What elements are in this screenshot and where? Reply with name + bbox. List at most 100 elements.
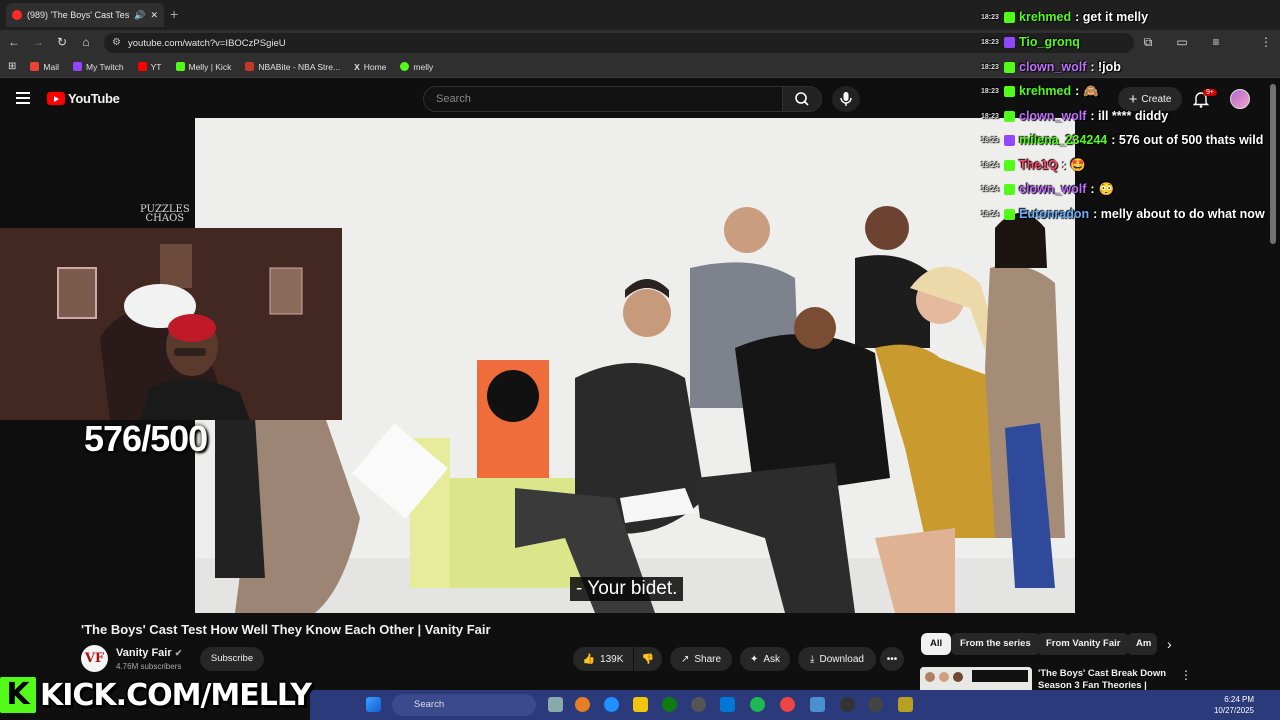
mic-icon <box>840 92 852 106</box>
streamer-webcam <box>0 228 342 420</box>
emote-icon: 🙈 <box>1083 83 1099 98</box>
kick-url-text: KICK.COM/MELLY <box>40 677 312 713</box>
video-subtitle: - Your bidet. <box>570 577 684 601</box>
webcam-feed <box>0 228 342 420</box>
tab-close-icon[interactable]: ✕ <box>150 10 158 21</box>
spotify-icon[interactable] <box>750 697 765 712</box>
kick-icon <box>175 62 185 71</box>
bookmark-melly-kick[interactable]: Melly | Kick <box>175 62 231 72</box>
download-button[interactable]: ⤓ Download <box>798 647 876 671</box>
account-avatar[interactable] <box>1230 89 1250 109</box>
channel-name[interactable]: Vanity Fair ✔ <box>116 647 182 659</box>
kick-badge-icon <box>1004 85 1015 97</box>
share-button[interactable]: ↗ Share <box>670 647 732 671</box>
chevron-right-icon[interactable]: › <box>1167 636 1172 652</box>
subscriber-count: 4.76M subscribers <box>116 662 182 671</box>
back-icon[interactable]: ← <box>6 35 22 49</box>
edge-icon[interactable] <box>604 697 619 712</box>
forward-icon[interactable]: → <box>30 35 46 49</box>
windows-start-icon[interactable] <box>366 697 381 712</box>
chip-from-vanity-fair[interactable]: From Vanity Fair <box>1037 633 1130 655</box>
page-scrollbar[interactable] <box>1270 84 1276 244</box>
apps-icon[interactable]: ⊞ <box>8 61 16 72</box>
new-tab-icon[interactable]: + <box>170 6 178 22</box>
youtube-play-icon <box>47 92 65 105</box>
bookmark-my-twitch[interactable]: My Twitch <box>72 62 124 72</box>
windows-taskbar: Search 6:24 PM 10/27/2025 <box>310 690 1280 720</box>
ask-button[interactable]: ✦ Ask <box>740 647 790 671</box>
reload-icon[interactable]: ↻ <box>54 35 70 49</box>
x-icon: X <box>354 61 360 72</box>
sparkle-icon: ✦ <box>749 653 759 665</box>
kick-icon <box>400 62 410 71</box>
channel-avatar[interactable]: VF <box>81 645 108 672</box>
subscribe-button[interactable]: Subscribe <box>200 647 264 671</box>
app-icon[interactable] <box>691 697 706 712</box>
chrome-icon[interactable] <box>780 697 795 712</box>
kick-channel-banner: K KICK.COM/MELLY <box>0 676 312 714</box>
emote-icon: 😳 <box>1098 181 1115 196</box>
twitch-badge-icon <box>1004 36 1015 48</box>
obs-icon[interactable] <box>868 697 883 712</box>
bookmark-mail[interactable]: Mail <box>30 62 59 72</box>
more-actions-button[interactable]: ••• <box>880 647 904 671</box>
chat-message: 18:24 The1Q: 🤩 <box>981 157 1086 173</box>
dislike-button[interactable]: 👎 <box>634 647 662 671</box>
search-input[interactable]: Search <box>423 86 783 112</box>
share-icon: ↗ <box>680 653 690 665</box>
address-bar[interactable]: ⚙ youtube.com/watch?v=IBOCzPSgieU <box>104 33 1134 53</box>
system-clock[interactable]: 6:24 PM 10/27/2025 <box>1214 694 1254 716</box>
bookmark-yt[interactable]: YT <box>137 62 162 72</box>
voice-search-button[interactable] <box>832 86 860 112</box>
emote-icon: 🤩 <box>1070 157 1086 172</box>
bookmark-nbabite[interactable]: NBABite - NBA Stre... <box>245 62 340 72</box>
copilot-icon[interactable] <box>575 697 590 712</box>
home-icon[interactable]: ⌂ <box>78 35 94 49</box>
like-button[interactable]: 👍 139K <box>573 647 633 671</box>
bookmark-melly[interactable]: melly <box>400 62 433 72</box>
kick-badge-icon <box>1004 208 1015 220</box>
youtube-logo[interactable]: YouTube <box>47 91 120 106</box>
store-icon[interactable] <box>720 697 735 712</box>
kick-badge-icon <box>1004 183 1015 195</box>
app-pinned-icon[interactable] <box>898 697 913 712</box>
notification-count-badge: 9+ <box>1203 89 1217 96</box>
chat-message: 18:24 clown_wolf: 😳 <box>981 181 1115 197</box>
media-icon[interactable]: ≡ <box>1208 35 1224 49</box>
task-view-icon[interactable] <box>548 697 563 712</box>
bookmark-home[interactable]: X Home <box>354 62 386 72</box>
xbox-icon[interactable] <box>662 697 677 712</box>
photos-icon[interactable] <box>810 697 825 712</box>
kick-badge-icon <box>1004 61 1015 73</box>
url-text: youtube.com/watch?v=IBOCzPSgieU <box>128 37 286 49</box>
tab-audio-icon[interactable]: 🔊 <box>134 10 145 21</box>
extensions-icon[interactable]: ⧉ <box>1140 35 1156 50</box>
twitch-icon <box>72 62 82 71</box>
chat-message: 18:23 clown_wolf: !job <box>981 60 1121 74</box>
goal-counter: 576/500 <box>84 418 208 459</box>
chat-message: 18:23 Tio_gronq <box>981 35 1080 49</box>
file-explorer-icon[interactable] <box>633 697 648 712</box>
youtube-icon <box>137 62 147 71</box>
more-vert-icon[interactable]: ⋮ <box>1180 668 1192 682</box>
media-player-icon[interactable] <box>840 697 855 712</box>
chip-truncated[interactable]: Am <box>1127 633 1157 655</box>
search-button[interactable] <box>782 86 822 112</box>
hamburger-menu-icon[interactable] <box>16 92 30 104</box>
split-view-icon[interactable]: ▭ <box>1174 35 1190 49</box>
tab-title: (989) 'The Boys' Cast Test H <box>27 10 130 20</box>
puzzles-chaos-logo: PUZZLES CHAOS <box>140 204 190 224</box>
recommended-title[interactable]: 'The Boys' Cast Break Down Season 3 Fan … <box>1038 668 1173 690</box>
kick-badge-icon <box>1004 11 1015 23</box>
taskbar-search[interactable]: Search <box>392 694 536 716</box>
kick-badge-icon <box>1004 159 1015 171</box>
chip-from-series[interactable]: From the series <box>951 633 1040 655</box>
chip-all[interactable]: All <box>921 633 952 655</box>
chat-message: 18:23 clown_wolf: ill **** diddy <box>981 109 1169 123</box>
site-info-icon[interactable]: ⚙ <box>112 37 121 48</box>
download-icon: ⤓ <box>810 653 815 665</box>
kick-logo-icon: K <box>0 677 36 713</box>
browser-menu-icon[interactable]: ⋮ <box>1258 35 1274 49</box>
browser-tab[interactable]: (989) 'The Boys' Cast Test H 🔊 ✕ <box>6 3 164 27</box>
video-title: 'The Boys' Cast Test How Well They Know … <box>81 622 491 637</box>
